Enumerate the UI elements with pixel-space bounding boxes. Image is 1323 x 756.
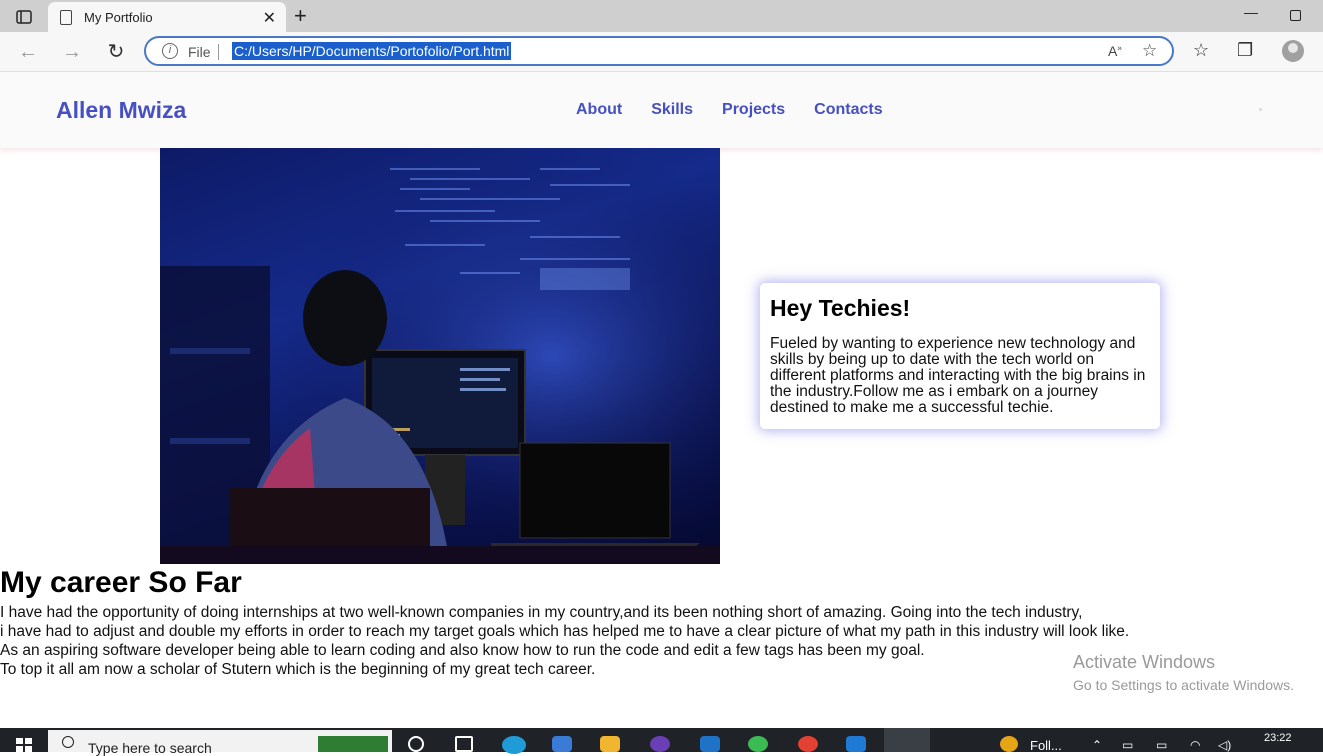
web-page: Allen Mwiza About Skills Projects Contac… xyxy=(0,72,1323,728)
intro-card-title: Hey Techies! xyxy=(770,295,911,321)
browser-tab-bar: My Portfolio ✕ + — xyxy=(0,0,1323,32)
add-favorite-icon[interactable]: ☆ xyxy=(1142,41,1157,61)
address-bar[interactable]: i File C:/Users/HP/Documents/Portofolio/… xyxy=(144,36,1174,66)
search-highlight-icon[interactable] xyxy=(318,736,388,752)
back-icon[interactable]: ← xyxy=(14,38,42,66)
follow-app-icon[interactable] xyxy=(1000,736,1018,752)
intro-card-body: Fueled by wanting to experience new tech… xyxy=(770,335,1146,416)
intro-card: Hey Techies! Fueled by wanting to experi… xyxy=(760,283,1160,429)
chrome-app-icon[interactable] xyxy=(798,736,818,752)
tab-title: My Portfolio xyxy=(84,10,153,25)
career-line: To top it all am now a scholar of Stuter… xyxy=(0,661,596,678)
restore-window-icon[interactable] xyxy=(1290,10,1301,21)
nav-link-about[interactable]: About xyxy=(576,101,622,119)
tab-actions-icon[interactable] xyxy=(8,6,40,28)
taskbar-search-placeholder: Type here to search xyxy=(88,740,212,756)
nav-link-skills[interactable]: Skills xyxy=(651,101,693,119)
address-separator xyxy=(218,44,219,60)
minimize-window-icon[interactable]: — xyxy=(1244,4,1258,20)
follow-app-label: Foll... xyxy=(1030,738,1062,753)
profile-avatar-icon[interactable] xyxy=(1282,40,1304,62)
hero-image xyxy=(160,148,720,564)
mail-app-icon[interactable] xyxy=(700,736,720,752)
site-brand[interactable]: Allen Mwiza xyxy=(56,97,186,124)
task-view-icon[interactable] xyxy=(455,736,473,752)
volume-icon[interactable]: ◁) xyxy=(1218,738,1231,752)
new-tab-icon[interactable]: + xyxy=(294,3,307,29)
browser-toolbar: ← → ↻ i File C:/Users/HP/Documents/Porto… xyxy=(0,32,1323,72)
vscode-app-icon[interactable] xyxy=(846,736,866,752)
watermark-subtitle: Go to Settings to activate Windows. xyxy=(1073,677,1294,693)
page-favicon-icon xyxy=(60,10,72,25)
career-line: i have had to adjust and double my effor… xyxy=(0,623,1130,640)
file-explorer-icon[interactable] xyxy=(600,736,620,752)
windows-taskbar: Type here to search Foll... ⌃ ▭ ▭ ◠ ◁) 2… xyxy=(0,728,1323,756)
show-hidden-icons-icon[interactable]: ⌃ xyxy=(1092,738,1102,752)
nav-link-contacts[interactable]: Contacts xyxy=(814,101,882,119)
favorites-icon[interactable]: ☆ xyxy=(1193,40,1209,61)
taskbar-clock[interactable]: 23:22 xyxy=(1264,732,1292,744)
eclipse-app-icon[interactable] xyxy=(650,736,670,752)
watermark-title: Activate Windows xyxy=(1073,652,1216,672)
wifi-icon[interactable]: ◠ xyxy=(1190,738,1200,752)
address-url[interactable]: C:/Users/HP/Documents/Portofolio/Port.ht… xyxy=(232,42,512,60)
career-line: As an aspiring software developer being … xyxy=(0,642,925,659)
browser-tab-active[interactable]: My Portfolio ✕ xyxy=(48,2,286,32)
read-aloud-icon[interactable]: A» xyxy=(1108,43,1122,59)
edge-app-icon[interactable] xyxy=(502,736,526,754)
collections-icon[interactable]: ❐ xyxy=(1237,40,1253,61)
reload-icon[interactable]: ↻ xyxy=(102,38,130,66)
search-icon xyxy=(62,736,74,748)
forward-icon[interactable]: → xyxy=(58,38,86,66)
meet-now-icon[interactable]: ▭ xyxy=(1122,738,1133,752)
activate-windows-watermark: Activate Windows Go to Settings to activ… xyxy=(1073,652,1294,693)
site-navbar: Allen Mwiza About Skills Projects Contac… xyxy=(0,72,1323,148)
battery-icon[interactable]: ▭ xyxy=(1156,738,1167,752)
nav-dot xyxy=(1259,108,1262,111)
address-scheme-label: File xyxy=(188,44,211,60)
windows-start-icon[interactable] xyxy=(16,738,32,752)
store-app-icon[interactable] xyxy=(552,736,572,752)
career-text: I have had the opportunity of doing inte… xyxy=(0,603,1129,679)
site-menu: About Skills Projects Contacts xyxy=(576,101,883,119)
nav-link-projects[interactable]: Projects xyxy=(722,101,785,119)
cortana-icon[interactable] xyxy=(408,736,424,752)
edge-active-app-icon[interactable] xyxy=(884,728,930,752)
career-line: I have had the opportunity of doing inte… xyxy=(0,604,1083,621)
wechat-app-icon[interactable] xyxy=(748,736,768,752)
career-heading: My career So Far xyxy=(0,566,242,599)
close-tab-icon[interactable]: ✕ xyxy=(263,8,276,28)
site-info-icon[interactable]: i xyxy=(162,43,178,59)
